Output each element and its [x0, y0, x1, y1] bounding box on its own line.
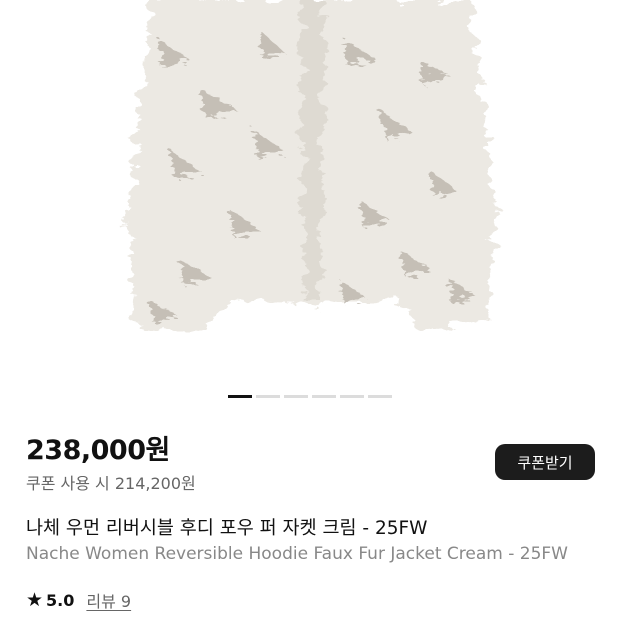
pager-dot[interactable] — [284, 395, 308, 398]
pager-dot-active[interactable] — [228, 395, 252, 398]
pager-dot[interactable] — [340, 395, 364, 398]
image-pager — [228, 395, 392, 398]
rating-value: 5.0 — [46, 590, 75, 610]
pager-dot[interactable] — [256, 395, 280, 398]
product-title-english: Nache Women Reversible Hoodie Faux Fur J… — [26, 544, 568, 564]
product-title-korean: 나체 우먼 리버시블 후디 포우 퍼 자켓 크림 - 25FW — [26, 518, 428, 539]
review-count-link[interactable]: 리뷰 9 — [86, 588, 131, 612]
pager-dot[interactable] — [312, 395, 336, 398]
star-icon: ★ — [26, 588, 44, 611]
rating-row: ★ 5.0 리뷰 9 — [26, 588, 131, 612]
fur-jacket-image — [128, 0, 495, 330]
get-coupon-button[interactable]: 쿠폰받기 — [495, 444, 595, 480]
coupon-price: 쿠폰 사용 시 214,200원 — [26, 474, 196, 493]
product-price: 238,000원 — [26, 435, 170, 466]
product-image[interactable] — [0, 0, 620, 370]
pager-dot[interactable] — [368, 395, 392, 398]
